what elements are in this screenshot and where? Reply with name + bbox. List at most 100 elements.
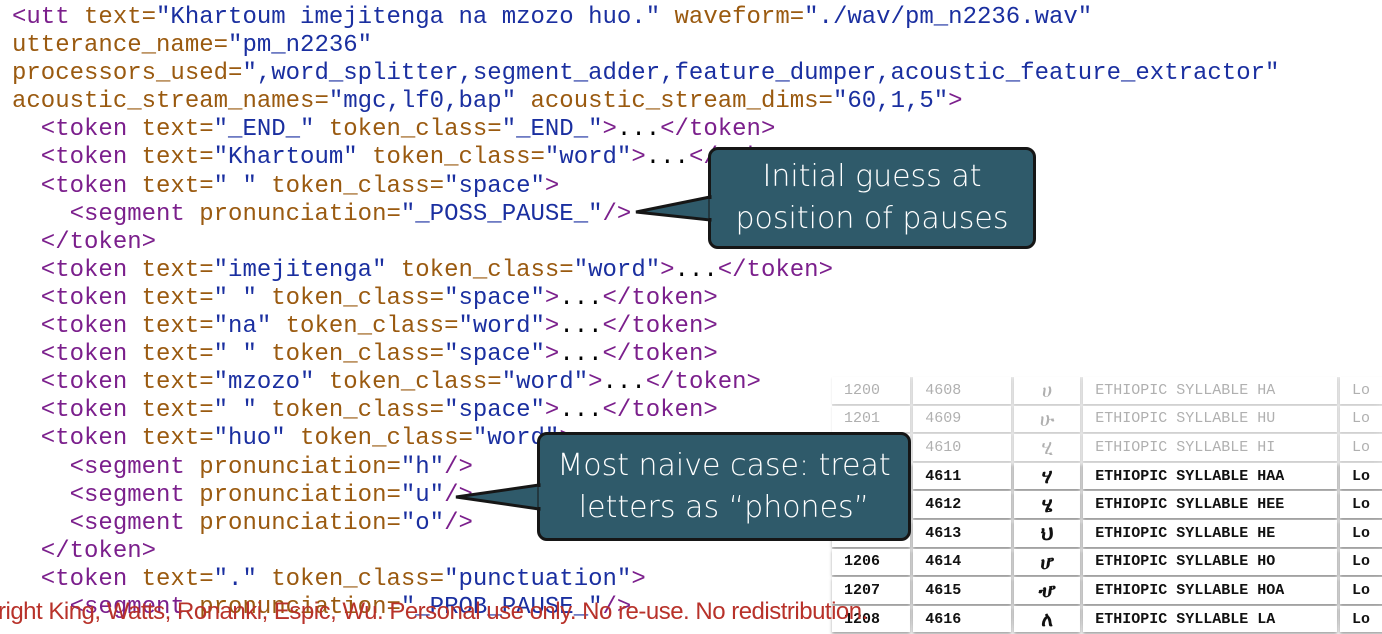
code-line: <token text="." token_class="punctuation… — [12, 566, 1279, 594]
xml-attribute: token_class= — [372, 144, 545, 172]
code-line: </token> — [12, 229, 1279, 257]
xml-tag: /> — [602, 200, 632, 228]
xml-tag: <token — [12, 284, 142, 312]
xml-attribute: text= — [141, 144, 214, 172]
xml-value: "Khartoum" — [213, 144, 373, 172]
xml-value: " " — [213, 341, 272, 369]
xml-value: "mzozo" — [213, 369, 329, 397]
xml-value: "pm_n2236" — [228, 32, 373, 60]
xml-tag: <token — [12, 256, 142, 284]
xml-tag: </token> — [602, 341, 718, 369]
xml-tag: > — [544, 284, 560, 312]
xml-value: "_END_" — [501, 116, 603, 144]
xml-value: "word" — [458, 313, 545, 341]
xml-attribute: text= — [141, 116, 214, 144]
xml-attribute: text= — [141, 369, 214, 397]
xml-attribute: acoustic_stream_dims= — [530, 88, 833, 116]
xml-text: ... — [559, 284, 603, 312]
callout-pause-guess: Initial guess at position of pauses — [635, 147, 1036, 249]
callout-text-line: Initial guess at — [762, 159, 982, 194]
code-line: <token text="Khartoum" token_class="word… — [12, 144, 1279, 172]
xml-text: ... — [602, 369, 646, 397]
xml-value: "60,1,5" — [832, 88, 949, 116]
xml-attribute: waveform= — [674, 4, 805, 31]
xml-tag: </token> — [602, 284, 718, 312]
xml-value: "." — [213, 565, 272, 593]
code-line: processors_used=",word_splitter,segment_… — [12, 60, 1279, 88]
xml-value: "mgc,lf0,bap" — [328, 88, 531, 116]
code-line: <token text="mzozo" token_class="word">.… — [12, 369, 1279, 397]
code-line: acoustic_stream_names="mgc,lf0,bap" acou… — [12, 88, 1279, 116]
xml-value: "na" — [213, 313, 286, 341]
xml-attribute: text= — [141, 256, 214, 284]
code-line: <token text=" " token_class="space">...<… — [12, 285, 1279, 313]
xml-value: " " — [213, 172, 272, 200]
xml-attribute: pronunciation= — [199, 509, 401, 537]
xml-value: "h" — [400, 453, 445, 481]
xml-attribute: token_class= — [328, 369, 502, 397]
xml-value: "space" — [444, 172, 545, 200]
xml-attribute: utterance_name= — [12, 32, 229, 60]
xml-text: ... — [559, 341, 603, 369]
xml-attribute: pronunciation= — [199, 200, 401, 228]
callout-text-line: Most naive case: treat — [557, 447, 891, 483]
xml-value: ",word_splitter,segment_adder,feature_du… — [242, 60, 1280, 88]
general-category: Lo — [1339, 577, 1382, 604]
xml-tag: <token — [12, 116, 142, 144]
xml-value: "o" — [400, 509, 445, 537]
xml-attribute: pronunciation= — [199, 481, 401, 509]
xml-attribute: text= — [141, 397, 214, 425]
xml-tag: </token> — [717, 256, 833, 284]
xml-attribute: text= — [141, 341, 214, 369]
general-category: Lo — [1339, 605, 1382, 633]
general-category: Lo — [1339, 491, 1382, 518]
xml-tag: <segment — [12, 481, 200, 509]
xml-attribute: token_class= — [328, 116, 502, 144]
xml-tag: > — [660, 256, 675, 284]
xml-attribute: token_class= — [300, 425, 473, 453]
code-line: <token text=" " token_class="space">...<… — [12, 341, 1279, 369]
xml-tag: </token> — [602, 397, 718, 425]
code-line: <token text="_END_" token_class="_END_">… — [12, 116, 1279, 144]
callout-text-line: position of pauses — [735, 201, 1009, 236]
xml-tag: <token — [12, 369, 142, 397]
xml-attribute: pronunciation= — [199, 453, 401, 481]
xml-text: ... — [559, 313, 603, 341]
xml-attribute: token_class= — [271, 284, 445, 312]
code-line: <token text="imejitenga" token_class="wo… — [12, 257, 1279, 285]
xml-tag: <segment — [12, 509, 200, 537]
general-category: Lo — [1339, 434, 1382, 461]
xml-attribute: token_class= — [271, 397, 445, 425]
callout-letters-as-phones: Most naive case: treat letters as “phone… — [455, 432, 911, 541]
xml-value: "imejitenga" — [213, 256, 401, 284]
xml-attribute: text= — [141, 284, 214, 312]
code-line: utterance_name="pm_n2236" — [12, 32, 1279, 60]
code-line: <token text="na" token_class="word">...<… — [12, 313, 1279, 341]
xml-attribute: token_class= — [271, 172, 445, 200]
xml-attribute: token_class= — [285, 313, 459, 341]
xml-tag: <token — [12, 172, 142, 200]
general-category: Lo — [1339, 377, 1382, 404]
xml-attribute: token_class= — [271, 565, 445, 593]
xml-value: "Khartoum imejitenga na mzozo huo." — [156, 4, 675, 31]
callout-pointer — [455, 483, 544, 511]
xml-attribute: processors_used= — [12, 60, 243, 88]
xml-value: "word" — [501, 369, 589, 397]
xml-tag: <utt — [12, 4, 85, 31]
xml-tag: </token> — [602, 313, 718, 341]
xml-text: ... — [645, 144, 689, 172]
xml-text: ... — [616, 116, 661, 144]
xml-tag: <token — [12, 313, 142, 341]
xml-value: "word" — [573, 256, 661, 284]
general-category: Lo — [1339, 462, 1382, 490]
xml-tag: </token> — [660, 116, 776, 144]
xml-value: "space" — [444, 341, 545, 369]
code-line: <token text=" " token_class="space"> — [12, 173, 1279, 201]
xml-attribute: text= — [141, 425, 214, 453]
xml-tag: > — [544, 397, 560, 425]
xml-value: "./wav/pm_n2236.wav" — [804, 4, 1093, 31]
xml-tag: > — [948, 88, 963, 116]
xml-tag: > — [544, 341, 560, 369]
code-line: <token text=" " token_class="space">...<… — [12, 397, 1279, 425]
xml-attribute: acoustic_stream_names= — [12, 88, 329, 116]
